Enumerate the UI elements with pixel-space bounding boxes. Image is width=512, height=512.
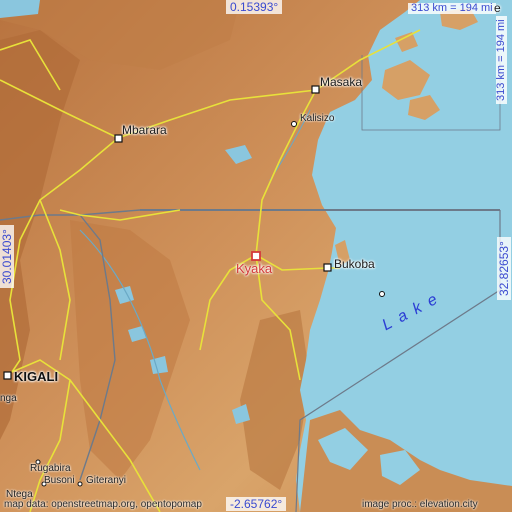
town-label-giteranyi[interactable]: Giteranyi	[86, 476, 126, 486]
top-coordinate: 0.15393°	[226, 0, 283, 14]
city-label-masaka[interactable]: Masaka	[320, 76, 362, 88]
city-marker[interactable]	[323, 263, 332, 272]
bottom-coordinate: -2.65762°	[226, 497, 287, 511]
map-view[interactable]: 0.15393° -2.65762° 30.01403° 32.82653° 3…	[0, 0, 512, 512]
city-label-kigali[interactable]: KIGALI	[14, 370, 58, 383]
city-label-mbarara[interactable]: Mbarara	[122, 124, 167, 136]
city-marker[interactable]	[311, 85, 320, 94]
featured-place-label[interactable]: Kyaka	[236, 262, 272, 275]
city-marker[interactable]	[3, 371, 12, 380]
city-label-bukoba[interactable]: Bukoba	[334, 258, 375, 270]
right-coordinate: 32.82653°	[497, 237, 511, 300]
featured-place-marker[interactable]	[251, 251, 261, 261]
scale-vertical: 313 km = 194 mi	[495, 16, 507, 104]
city-markers	[3, 85, 385, 487]
city-marker[interactable]	[114, 134, 123, 143]
edge-label: e	[494, 1, 501, 15]
town-marker[interactable]	[379, 291, 385, 297]
credit-right: image proc.: elevation.city	[362, 499, 478, 510]
scale-horizontal: 313 km = 194 mi	[408, 3, 496, 14]
town-marker[interactable]	[291, 121, 297, 127]
credit-left: map data: openstreetmap.org, opentopomap	[4, 499, 202, 510]
town-label-nga[interactable]: nga	[0, 394, 17, 404]
town-label-busoni[interactable]: Busoni	[44, 476, 75, 486]
town-label-rugabira[interactable]: Rugabira	[30, 464, 71, 474]
town-marker[interactable]	[77, 481, 83, 487]
town-label-kalisizo[interactable]: Kalisizo	[300, 114, 334, 124]
left-coordinate: 30.01403°	[0, 225, 14, 288]
